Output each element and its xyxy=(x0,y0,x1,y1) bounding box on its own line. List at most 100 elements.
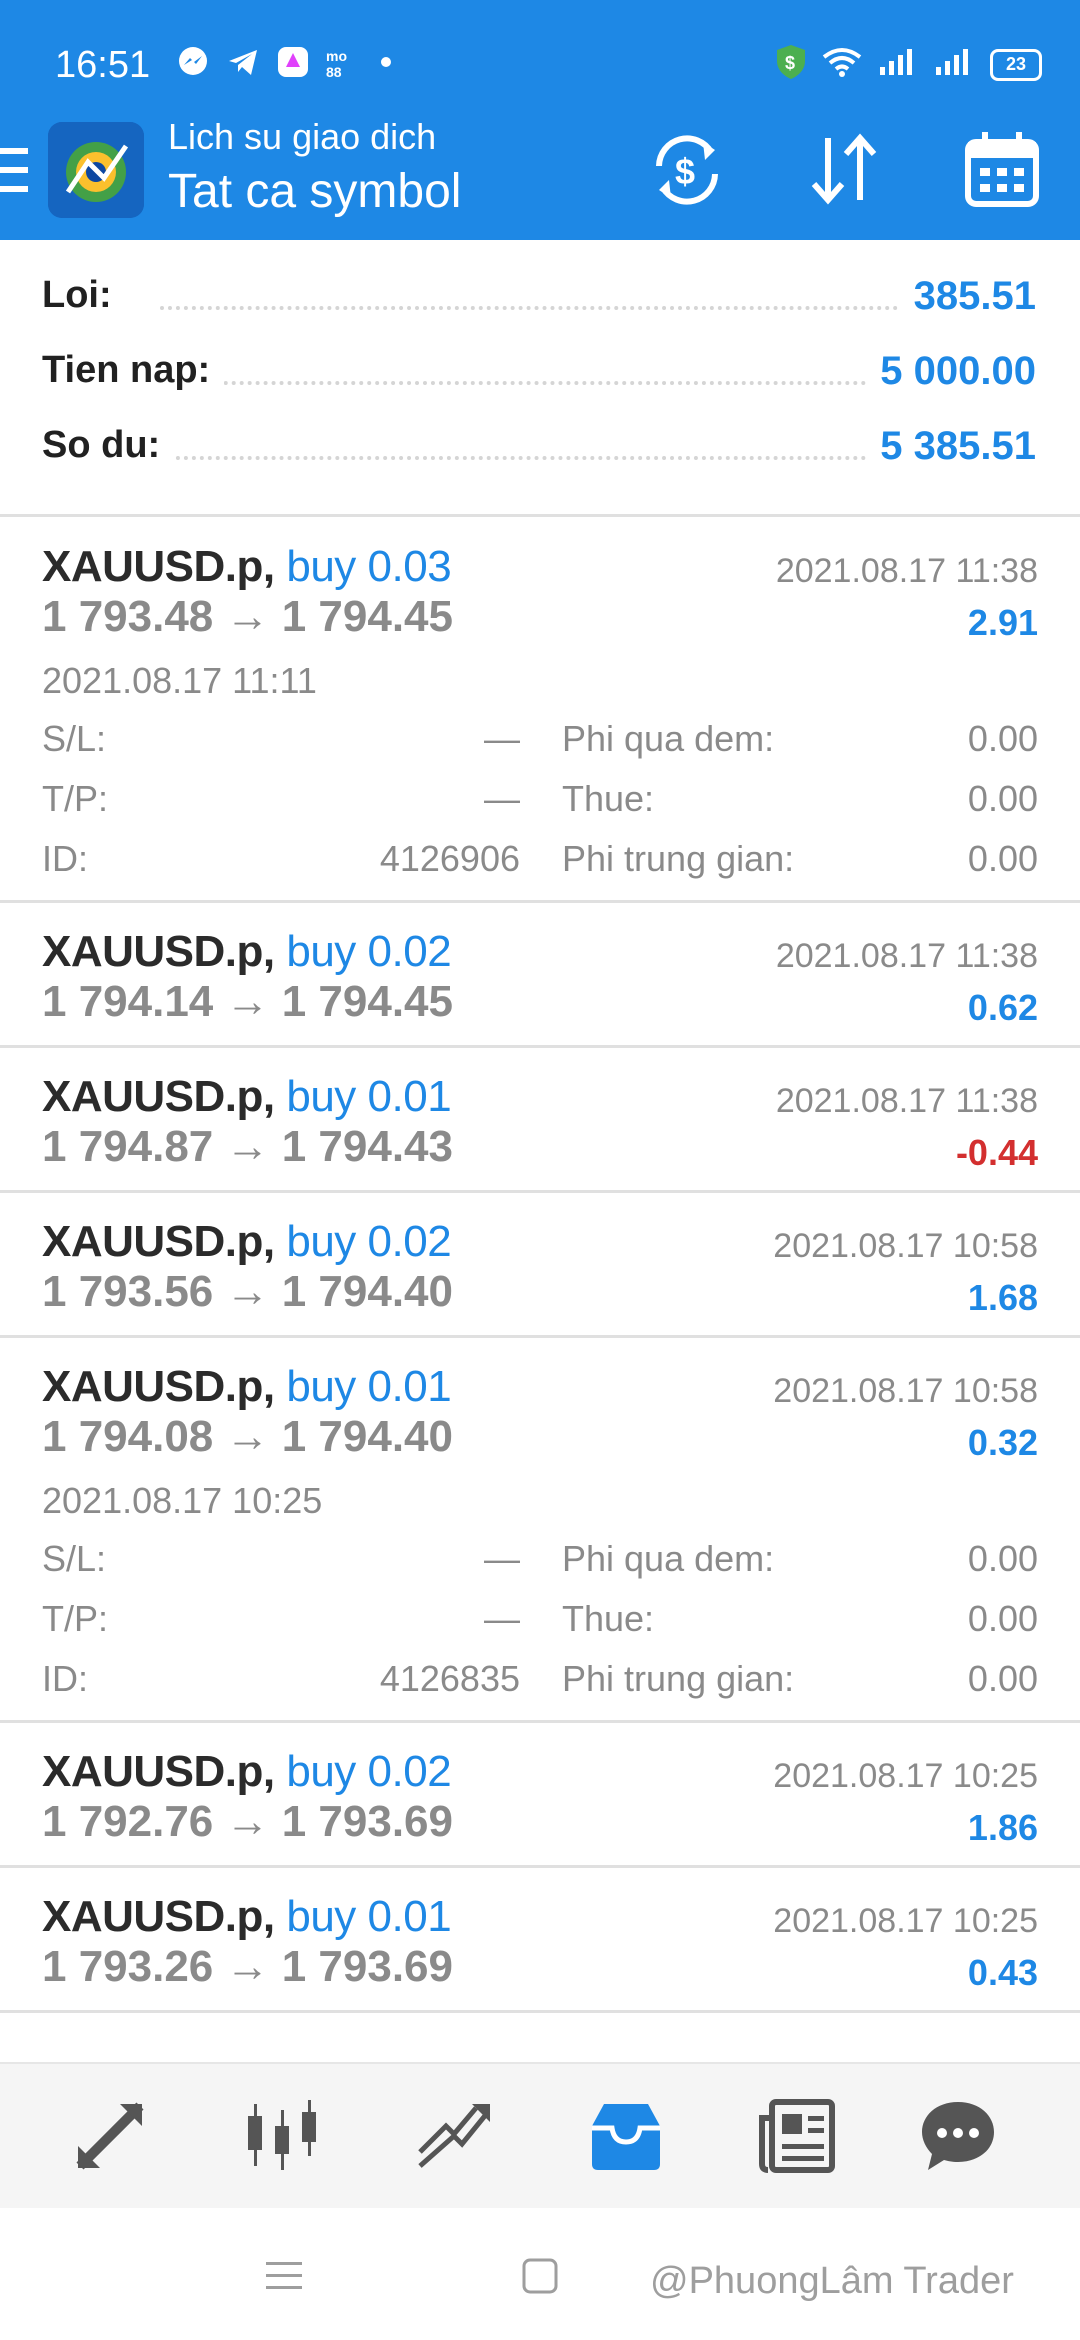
recent-apps-button[interactable] xyxy=(262,2254,306,2298)
symbol-name: XAUUSD.p, xyxy=(42,1217,275,1266)
close-time: 2021.08.17 10:58 xyxy=(773,1372,1038,1410)
svg-text:88: 88 xyxy=(326,64,342,79)
divider xyxy=(0,514,1080,517)
shield-icon: $ xyxy=(776,44,806,85)
chat-icon[interactable] xyxy=(918,2096,998,2176)
status-bar: 16:51 mo 88 $ 23 xyxy=(0,0,1080,120)
symbol-name: XAUUSD.p, xyxy=(42,1747,275,1796)
commission-value: 0.00 xyxy=(967,1658,1038,1699)
trade-side: buy 0.02 xyxy=(286,1217,452,1266)
close-time: 2021.08.17 11:38 xyxy=(775,1082,1038,1120)
battery-indicator: 23 xyxy=(990,48,1042,81)
chart-icon[interactable] xyxy=(242,2096,322,2176)
commission-label: Phi trung gian: xyxy=(562,1658,795,1699)
messenger-icon xyxy=(175,44,211,80)
trade-side: buy 0.01 xyxy=(286,1892,452,1941)
tp-value: — xyxy=(484,1598,520,1639)
trade-row[interactable]: XAUUSD.p, buy 0.02 1 794.14 → 1 794.45 202… xyxy=(0,903,1080,1048)
tp-value: — xyxy=(484,778,520,819)
trade-history-list: XAUUSD.p, buy 0.03 1 793.48 → 1 794.45 202… xyxy=(0,518,1080,2013)
commission-label: Phi trung gian: xyxy=(562,838,795,879)
swap-label: Phi qua dem: xyxy=(562,718,775,759)
trade-profit: 1.68 xyxy=(967,1277,1038,1318)
symbol-name: XAUUSD.p, xyxy=(42,927,275,976)
summary-row: So du: 5 385.51 xyxy=(0,412,1080,487)
trade-symbol: XAUUSD.p, buy 0.02 xyxy=(42,927,452,977)
trade-prices: 1 792.76 → 1 793.69 xyxy=(42,1797,453,1846)
svg-text:mo: mo xyxy=(326,48,347,64)
summary-label: So du: xyxy=(42,424,175,467)
detail-row: T/P: — Thue: 0.00 xyxy=(0,778,1080,838)
summary-value: 385.51 xyxy=(899,274,1036,319)
tax-label: Thue: xyxy=(562,778,655,819)
toolbar-subtitle: Lich su giao dich xyxy=(168,116,437,157)
trade-prices: 1 793.48 → 1 794.45 xyxy=(42,592,453,641)
open-time: 2021.08.17 10:25 xyxy=(42,1480,323,1521)
trade-prices: 1 794.08 → 1 794.40 xyxy=(42,1412,453,1461)
tax-label: Thue: xyxy=(562,1598,655,1639)
trade-row[interactable]: XAUUSD.p, buy 0.01 1 793.26 → 1 793.69 202… xyxy=(0,1868,1080,2013)
swap-value: 0.00 xyxy=(967,1538,1038,1579)
trade-side: buy 0.02 xyxy=(286,927,452,976)
app-shortcut-icon xyxy=(275,44,311,80)
close-time: 2021.08.17 10:58 xyxy=(773,1227,1038,1265)
detail-row: ID: 4126835 Phi trung gian: 0.00 xyxy=(0,1658,1080,1718)
trade-details: 2021.08.17 11:11 S/L: — Phi qua dem: 0.00 T/P… xyxy=(0,660,1080,900)
summary-row: Tien nap: 5 000.00 xyxy=(0,337,1080,412)
tp-label: T/P: xyxy=(42,778,109,819)
summary-value: 5 385.51 xyxy=(866,424,1036,469)
app-logo xyxy=(48,122,144,218)
trade-prices: 1 794.87 → 1 794.43 xyxy=(42,1122,453,1171)
trade-side: buy 0.03 xyxy=(286,542,452,591)
sl-label: S/L: xyxy=(42,718,107,759)
trade-details: 2021.08.17 10:25 S/L: — Phi qua dem: 0.00 T/P… xyxy=(0,1480,1080,1720)
summary-label: Loi: xyxy=(42,274,126,317)
trade-symbol: XAUUSD.p, buy 0.02 xyxy=(42,1217,452,1267)
symbol-name: XAUUSD.p, xyxy=(42,1892,275,1941)
dotted-leader xyxy=(160,306,930,310)
history-icon[interactable] xyxy=(586,2096,666,2176)
close-time: 2021.08.17 11:38 xyxy=(775,552,1038,590)
detail-row: S/L: — Phi qua dem: 0.00 xyxy=(0,1538,1080,1598)
id-value: 4126906 xyxy=(379,838,520,879)
toolbar-title[interactable]: Tat ca symbol xyxy=(168,164,461,219)
trade-icon[interactable] xyxy=(414,2096,494,2176)
mxo-icon: mo 88 xyxy=(325,44,361,80)
sort-icon[interactable] xyxy=(802,128,886,212)
status-time: 16:51 xyxy=(55,44,151,86)
menu-icon[interactable] xyxy=(0,148,32,192)
trade-row[interactable]: XAUUSD.p, buy 0.02 1 792.76 → 1 793.69 202… xyxy=(0,1723,1080,1868)
trade-row[interactable]: XAUUSD.p, buy 0.01 1 794.87 → 1 794.43 202… xyxy=(0,1048,1080,1193)
toolbar: Lich su giao dich Tat ca symbol $ xyxy=(0,110,1080,240)
trade-side: buy 0.01 xyxy=(286,1072,452,1121)
trade-row[interactable]: XAUUSD.p, buy 0.03 1 793.48 → 1 794.45 202… xyxy=(0,518,1080,903)
id-value: 4126835 xyxy=(379,1658,520,1699)
trade-profit: 1.86 xyxy=(967,1807,1038,1848)
dotted-leader xyxy=(160,456,930,460)
trade-profit: 0.43 xyxy=(967,1952,1038,1993)
trade-prices: 1 793.26 → 1 793.69 xyxy=(42,1942,453,1991)
trade-profit: 2.91 xyxy=(967,602,1038,643)
sl-label: S/L: xyxy=(42,1538,107,1579)
id-label: ID: xyxy=(42,1658,89,1699)
news-icon[interactable] xyxy=(758,2096,838,2176)
trade-profit: -0.44 xyxy=(955,1132,1038,1173)
signal-icon xyxy=(934,47,974,82)
trade-profit: 0.32 xyxy=(967,1422,1038,1463)
trade-row[interactable]: XAUUSD.p, buy 0.01 1 794.08 → 1 794.40 202… xyxy=(0,1338,1080,1723)
quotes-icon[interactable] xyxy=(70,2096,150,2176)
id-label: ID: xyxy=(42,838,89,879)
trade-row[interactable]: XAUUSD.p, buy 0.02 1 793.56 → 1 794.40 202… xyxy=(0,1193,1080,1338)
svg-text:$: $ xyxy=(785,53,795,73)
trade-prices: 1 793.56 → 1 794.40 xyxy=(42,1267,453,1316)
tax-value: 0.00 xyxy=(967,778,1038,819)
home-button[interactable] xyxy=(518,2254,562,2298)
app-header: 16:51 mo 88 $ 23 Lich su giao dich Tat c… xyxy=(0,0,1080,240)
close-time: 2021.08.17 10:25 xyxy=(773,1757,1038,1795)
tax-value: 0.00 xyxy=(967,1598,1038,1639)
trade-symbol: XAUUSD.p, buy 0.01 xyxy=(42,1362,452,1412)
calendar-icon[interactable] xyxy=(960,128,1044,212)
trade-side: buy 0.01 xyxy=(286,1362,452,1411)
currency-exchange-icon[interactable]: $ xyxy=(645,128,729,212)
symbol-name: XAUUSD.p, xyxy=(42,1362,275,1411)
